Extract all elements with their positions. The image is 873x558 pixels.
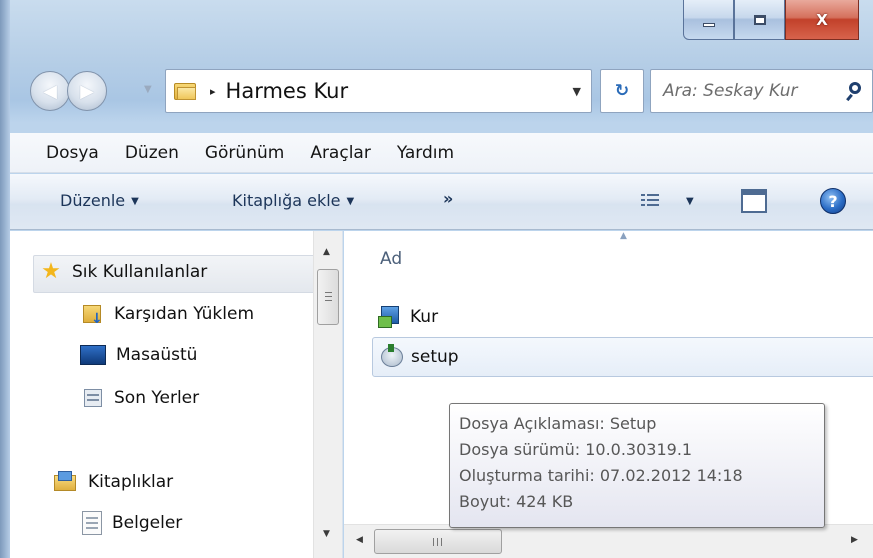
scrollbar-thumb[interactable] [374, 529, 502, 554]
close-icon: X [816, 10, 828, 29]
file-list-scrollbar[interactable]: ◀ ▶ [344, 524, 873, 558]
change-view-icon[interactable] [641, 193, 659, 209]
command-bar: Düzenle ▼ Kitaplığa ekle ▼ » ▼ ? [10, 174, 873, 230]
breadcrumb-separator-icon[interactable]: ▸ [210, 85, 216, 98]
recent-pages-dropdown[interactable]: ▼ [144, 84, 152, 95]
window-left-edge [0, 0, 10, 558]
column-header-name[interactable]: Ad [380, 249, 402, 269]
menu-file[interactable]: Dosya [46, 143, 99, 163]
more-commands-button[interactable]: » [443, 189, 453, 208]
scroll-up-icon[interactable]: ▲ [323, 247, 330, 257]
organize-label: Düzenle [60, 191, 126, 210]
search-input[interactable]: Ara: Seskay Kur [663, 81, 797, 101]
downloads-folder-icon: ↓ [82, 303, 104, 327]
add-to-library-label: Kitaplığa ekle [232, 191, 341, 210]
organize-button[interactable]: Düzenle ▼ [60, 191, 139, 210]
scrollbar-thumb[interactable] [317, 269, 339, 325]
search-icon[interactable] [846, 80, 868, 102]
star-icon: ★ [41, 259, 61, 284]
menu-edit[interactable]: Düzen [125, 143, 179, 163]
navigation-pane-scrollbar[interactable]: ▲ ▼ [313, 231, 342, 558]
file-item-setup[interactable]: setup [372, 337, 873, 377]
sidebar-item-label: Belgeler [112, 513, 183, 533]
tooltip-description: Dosya Açıklaması: Setup [459, 414, 657, 433]
menu-view[interactable]: Görünüm [205, 143, 284, 163]
chevron-down-icon: ▼ [131, 196, 139, 207]
folder-icon [174, 81, 198, 101]
favorites-header[interactable]: ★ Sık Kullanılanlar [40, 261, 207, 283]
back-arrow-icon: ◀ [43, 80, 57, 102]
sidebar-item-desktop[interactable]: Masaüstü [80, 345, 197, 365]
scroll-down-icon[interactable]: ▼ [323, 529, 330, 539]
tooltip-created: Oluşturma tarihi: 07.02.2012 14:18 [459, 466, 743, 485]
menu-bar: Dosya Düzen Görünüm Araçlar Yardım [10, 133, 873, 173]
libraries-icon [54, 471, 78, 493]
menu-help[interactable]: Yardım [397, 143, 454, 163]
refresh-icon: ↻ [614, 81, 630, 101]
change-view-dropdown-icon[interactable]: ▼ [686, 196, 694, 207]
sidebar-item-documents[interactable]: Belgeler [82, 511, 182, 535]
back-button[interactable]: ◀ [30, 71, 70, 111]
navigation-bar: ◀ ▶ ▼ ▸ Harmes Kur ▼ ↻ Ara: Seskay Kur [30, 62, 873, 126]
installer-icon [378, 304, 404, 330]
chevron-down-icon: ▼ [346, 196, 355, 207]
breadcrumb-current-folder[interactable]: Harmes Kur [226, 79, 349, 103]
sidebar-item-label: Masaüstü [116, 345, 198, 365]
file-name: Kur [410, 307, 439, 327]
close-button[interactable]: X [785, 0, 859, 40]
menu-tools[interactable]: Araçlar [310, 143, 371, 163]
maximize-icon [753, 14, 766, 25]
scroll-left-icon[interactable]: ◀ [356, 535, 363, 545]
documents-icon [82, 511, 102, 535]
add-to-library-button[interactable]: Kitaplığa ekle ▼ [232, 191, 354, 210]
sidebar-item-recent-places[interactable]: Son Yerler [82, 387, 199, 409]
caption-buttons: X [683, 0, 859, 40]
favorites-label: Sık Kullanılanlar [72, 262, 208, 282]
file-item-kur[interactable]: Kur [372, 297, 438, 337]
navigation-pane: ★ Sık Kullanılanlar ↓ Karşıdan Yüklem Ma… [10, 231, 343, 558]
refresh-button[interactable]: ↻ [600, 69, 644, 113]
file-info-tooltip: Dosya Açıklaması: Setup Dosya sürümü: 10… [449, 403, 825, 528]
address-bar[interactable]: ▸ Harmes Kur ▼ [165, 69, 592, 113]
sidebar-item-downloads[interactable]: ↓ Karşıdan Yüklem [82, 303, 255, 327]
minimize-icon [702, 22, 715, 27]
scroll-right-icon[interactable]: ▶ [851, 535, 858, 545]
desktop-icon [80, 345, 106, 365]
forward-button[interactable]: ▶ [67, 71, 107, 111]
help-icon[interactable]: ? [820, 188, 846, 214]
setup-icon [379, 344, 405, 370]
sidebar-item-label: Son Yerler [114, 388, 200, 408]
search-box[interactable]: Ara: Seskay Kur [650, 69, 873, 113]
recent-places-icon [82, 387, 104, 409]
sidebar-item-label: Karşıdan Yüklem [114, 304, 255, 324]
sort-ascending-icon: ▲ [620, 231, 627, 241]
address-dropdown-icon[interactable]: ▼ [573, 85, 581, 98]
preview-pane-icon[interactable] [741, 189, 767, 213]
tooltip-size: Boyut: 424 KB [459, 492, 574, 511]
sidebar-item-label: Kitaplıklar [88, 472, 174, 492]
forward-arrow-icon: ▶ [80, 80, 94, 102]
maximize-button[interactable] [734, 0, 785, 40]
sidebar-item-libraries[interactable]: Kitaplıklar [54, 471, 173, 493]
tooltip-version: Dosya sürümü: 10.0.30319.1 [459, 440, 693, 459]
file-name: setup [411, 347, 459, 367]
minimize-button[interactable] [683, 0, 734, 40]
